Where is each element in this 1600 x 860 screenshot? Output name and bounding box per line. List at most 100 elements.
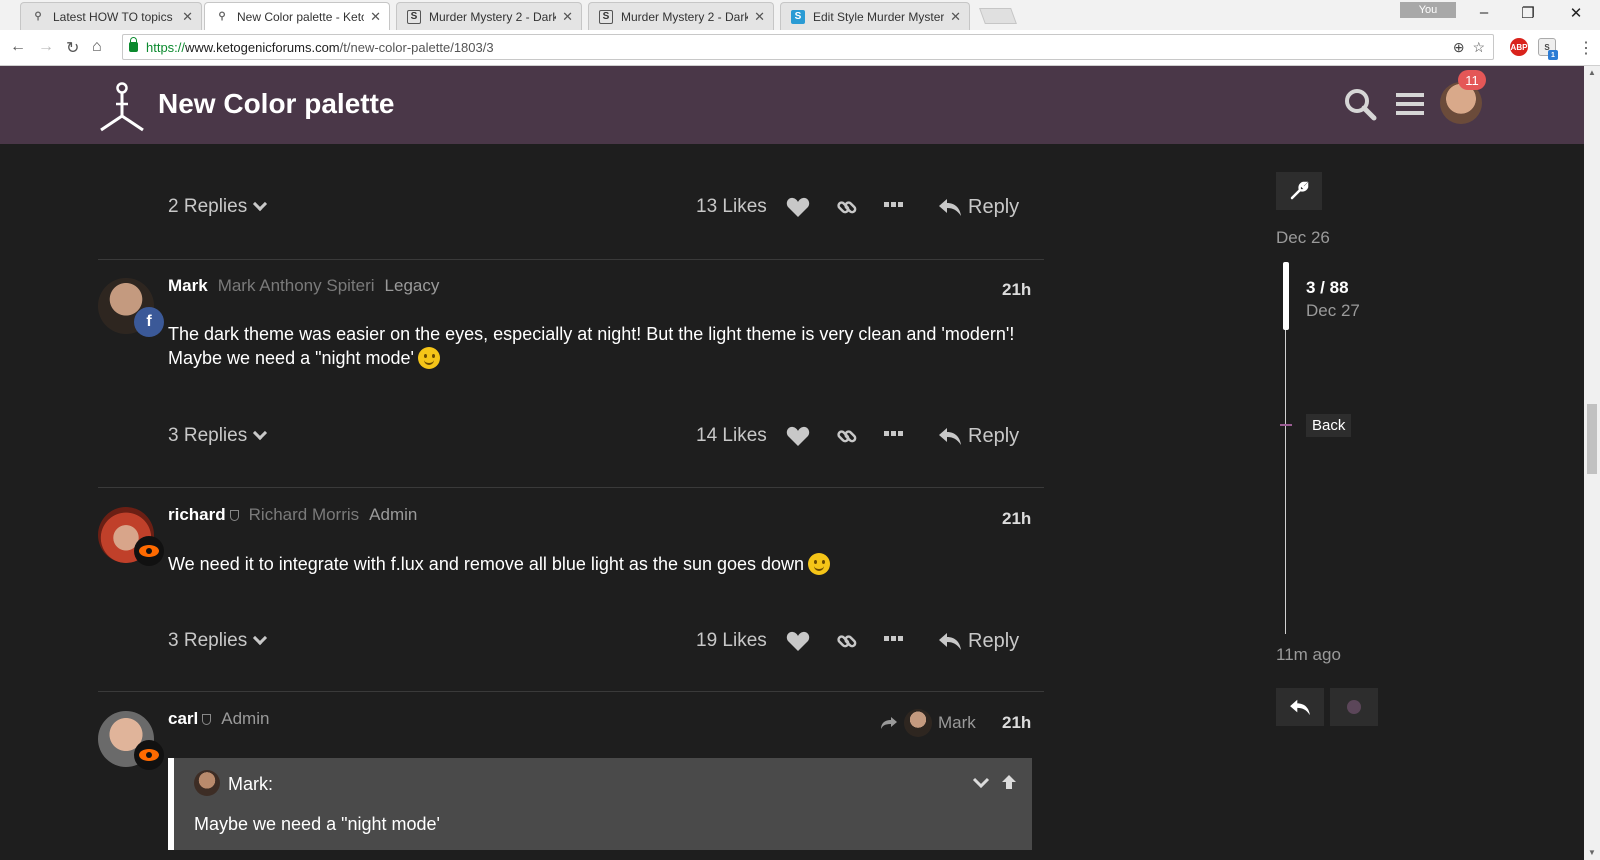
admin-wrench-button[interactable] [1276,172,1322,210]
close-tab-icon[interactable]: ✕ [754,9,765,25]
bookmark-star-icon[interactable]: ☆ [1472,39,1485,55]
url-input[interactable]: https://www.ketogenicforums.com/t/new-co… [122,34,1494,60]
reply-label: Reply [968,195,1020,218]
reply-topic-button[interactable] [1276,688,1324,726]
restore-icon[interactable]: ❐ [1518,4,1538,22]
forward-arrow-icon[interactable]: → [38,38,54,56]
tab-title: Edit Style Murder Myster [813,9,945,24]
chrome-menu-icon[interactable]: ⋮ [1578,38,1594,58]
notification-badge[interactable]: 11 [1458,70,1486,90]
browser-tab[interactable]: S Edit Style Murder Myster ✕ [780,2,970,30]
chevron-down-icon [253,196,268,212]
browser-tab-active[interactable]: ⚲ New Color palette - Keto ✕ [204,2,390,30]
like-heart-icon[interactable] [786,630,810,652]
username[interactable]: carl [168,709,198,729]
likes-count[interactable]: 19 Likes [696,630,767,652]
reply-button[interactable]: Reply [938,196,1019,219]
new-tab-button[interactable] [979,8,1017,24]
post-text: Maybe we need a "night mode' [168,348,414,368]
timeline-back-button[interactable]: Back [1306,414,1352,437]
tab-title: New Color palette - Keto [237,9,365,24]
reply-to-username: Mark [938,713,976,732]
replies-toggle[interactable]: 2 Replies [168,196,268,218]
reply-to-indicator[interactable]: Mark [880,709,976,737]
post-meta: Mark Mark Anthony Spiteri Legacy [168,276,439,296]
tab-title: Murder Mystery 2 - Dark [621,9,749,24]
go-to-quoted-arrow-up-icon[interactable] [1000,774,1018,790]
likes-count[interactable]: 13 Likes [696,196,767,218]
share-link-icon[interactable] [836,425,858,447]
topic-title[interactable]: New Color palette [158,88,394,120]
post-age[interactable]: 21h [1002,280,1031,300]
reply-to-arrow-icon [881,717,897,729]
reply-arrow-icon [939,633,961,650]
post-meta: carl Admin [168,709,269,729]
timeline-end-date[interactable]: 11m ago [1276,645,1341,665]
post-divider [98,259,1044,260]
reload-icon[interactable]: ↻ [66,38,79,58]
adblock-plus-icon[interactable]: ABP [1510,38,1528,56]
timeline-start-date[interactable]: Dec 26 [1276,228,1330,248]
minimize-icon[interactable]: – [1474,4,1494,21]
notification-level-button[interactable] [1330,688,1378,726]
replies-count: 3 Replies [168,425,248,446]
more-ellipsis-icon[interactable] [884,202,904,208]
home-icon[interactable]: ⌂ [92,38,102,56]
reply-button[interactable]: Reply [938,630,1019,653]
reply-arrow-icon [939,428,961,445]
close-tab-icon[interactable]: ✕ [370,9,381,25]
replies-count: 2 Replies [168,196,248,217]
browser-tab[interactable]: ⚲ Latest HOW TO topics - K ✕ [20,2,202,30]
scroll-down-arrow-icon[interactable]: ▼ [1588,848,1596,857]
url-scheme: https:// [146,39,186,55]
post-meta: richard Richard Morris Admin [168,505,417,525]
replies-toggle[interactable]: 3 Replies [168,425,268,447]
eye-badge-icon [134,536,164,566]
like-heart-icon[interactable] [786,425,810,447]
moderator-shield-icon [202,713,212,725]
scrollbar-thumb[interactable] [1587,404,1597,474]
username[interactable]: Mark [168,276,208,296]
quote-avatar [194,770,220,796]
post-text: We need it to integrate with f.lux and r… [168,554,805,574]
browser-tab[interactable]: S Murder Mystery 2 - Dark ✕ [588,2,774,30]
url-path: /t/new-color-palette/1803/3 [339,39,494,55]
post-divider [98,691,1044,692]
slight-smile-emoji-icon [808,553,831,575]
extension-count: 1 [1551,51,1555,59]
hamburger-menu-icon[interactable] [1392,86,1428,122]
likes-count[interactable]: 14 Likes [696,425,767,447]
slight-smile-emoji-icon [417,347,440,369]
browser-tab-strip: ⚲ Latest HOW TO topics - K ✕ ⚲ New Color… [0,0,1600,30]
more-ellipsis-icon[interactable] [884,431,904,437]
share-link-icon[interactable] [836,630,858,652]
post-actions: 3 Replies 14 Likes Reply [168,421,1024,451]
more-ellipsis-icon[interactable] [884,636,904,642]
extension-count-badge: 1 [1548,50,1558,60]
reply-to-avatar [904,709,932,737]
username[interactable]: richard [168,505,226,525]
close-tab-icon[interactable]: ✕ [562,9,573,25]
back-arrow-icon[interactable]: ← [10,38,26,56]
scroll-up-arrow-icon[interactable]: ▲ [1588,68,1596,77]
userstyles-favicon-icon: S [407,9,421,24]
full-name: Mark Anthony Spiteri [217,276,375,295]
browser-tab[interactable]: S Murder Mystery 2 - Dark ✕ [396,2,582,30]
expand-quote-chevron-down-icon[interactable] [972,776,990,790]
zoom-icon[interactable]: ⊕ [1453,39,1465,55]
post-age[interactable]: 21h [1002,509,1031,529]
post-age[interactable]: 21h [1002,713,1031,733]
stylish-favicon-icon: S [791,9,805,24]
share-link-icon[interactable] [836,196,858,218]
timeline-scroll-handle[interactable] [1283,262,1289,330]
close-window-icon[interactable]: ✕ [1566,4,1586,22]
like-heart-icon[interactable] [786,196,810,218]
site-logo-icon[interactable] [98,82,146,132]
reply-button[interactable]: Reply [938,425,1019,448]
close-tab-icon[interactable]: ✕ [950,9,961,25]
profile-button[interactable]: You [1400,2,1456,18]
replies-toggle[interactable]: 3 Replies [168,630,268,652]
post-actions: 3 Replies 19 Likes Reply [168,626,1024,656]
search-icon[interactable] [1342,86,1378,122]
close-tab-icon[interactable]: ✕ [182,9,193,25]
